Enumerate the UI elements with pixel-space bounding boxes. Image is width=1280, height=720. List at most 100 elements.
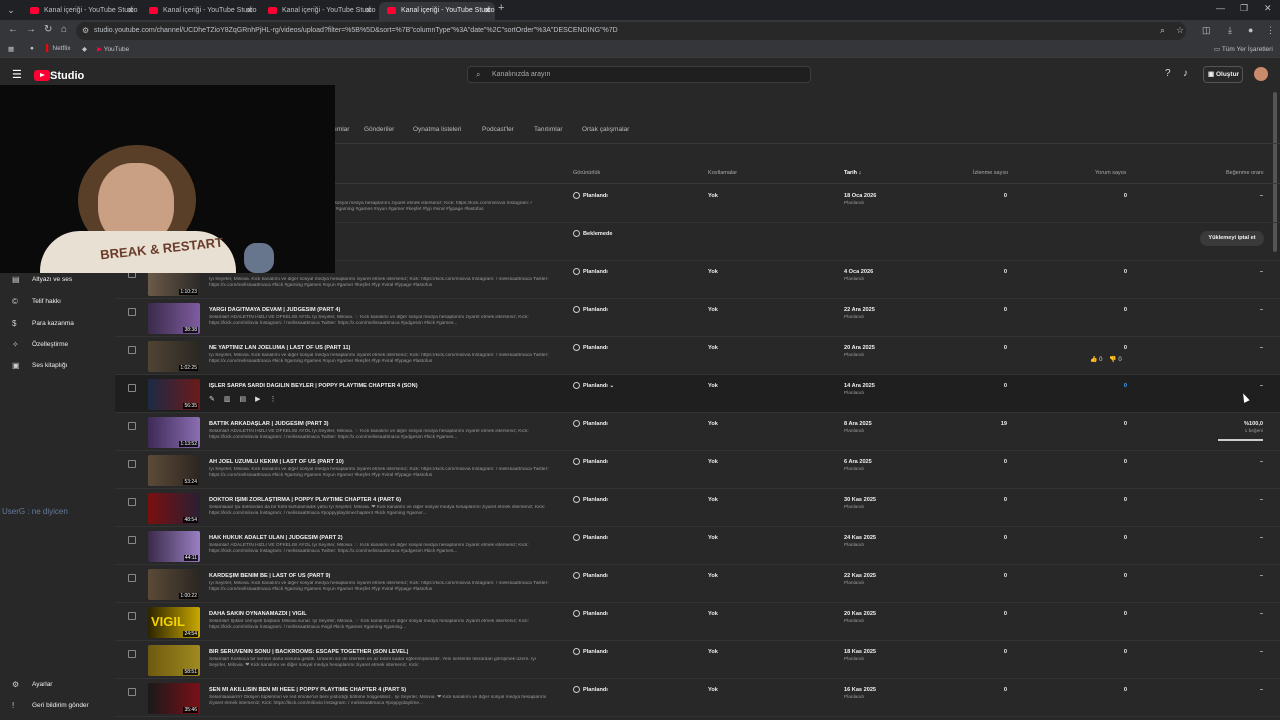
video-thumbnail[interactable]: VIGIL 24:54: [148, 607, 200, 638]
studio-logo[interactable]: Studio: [34, 67, 84, 82]
table-row[interactable]: 38:38 YARGI DAĞITMAYA DEVAM | JUDGESIM (P…: [115, 299, 1280, 337]
visibility-status[interactable]: Planlandı: [573, 534, 608, 541]
row-checkbox[interactable]: [128, 574, 136, 582]
table-row[interactable]: 1:13:52 BATTIK ARKADAŞLAR | JUDGESIM (PAR…: [115, 413, 1280, 451]
video-thumbnail[interactable]: 38:38: [148, 303, 200, 334]
close-tab-icon[interactable]: ✕: [484, 2, 491, 19]
table-row[interactable]: 56:35 İŞLER SARPA SARDI DAĞILIN BEYLER | …: [115, 375, 1280, 413]
visibility-status[interactable]: Planlandı: [573, 686, 608, 693]
visibility-status[interactable]: Planlandı: [573, 610, 608, 617]
sidebar-item-subtitles[interactable]: ▤ Altyazı ve ses: [0, 273, 115, 291]
channel-search-input[interactable]: ⌕ Kanalınızda arayın: [467, 66, 811, 83]
video-thumbnail[interactable]: 53:24: [148, 455, 200, 486]
video-title[interactable]: KARDEŞİM BENİM BE | LAST OF US (PART 9): [209, 573, 330, 579]
row-checkbox[interactable]: [128, 384, 136, 392]
browser-tab-active[interactable]: Kanal içeriği - YouTube Studio ✕: [379, 2, 495, 20]
site-info-icon[interactable]: ⚙: [82, 22, 89, 40]
tab-search-icon[interactable]: ⌄: [4, 3, 18, 17]
video-thumbnail[interactable]: 44:11: [148, 531, 200, 562]
sidebar-item-customization[interactable]: ✧ Özelleştirme: [0, 338, 115, 356]
avatar[interactable]: [1254, 67, 1268, 81]
visibility-status[interactable]: Planlandı: [573, 306, 608, 313]
extensions-icon[interactable]: ◫: [1202, 25, 1211, 36]
sidebar-item-audio-library[interactable]: ▣ Ses kitaplığı: [0, 359, 115, 377]
row-checkbox[interactable]: [128, 498, 136, 506]
visibility-status[interactable]: Beklemede: [573, 230, 613, 237]
video-thumbnail[interactable]: 1:13:52: [148, 417, 200, 448]
close-tab-icon[interactable]: ✕: [246, 2, 253, 19]
browser-menu-icon[interactable]: ⋮: [1266, 25, 1275, 36]
sidebar-item-settings[interactable]: ⚙ Ayarlar: [0, 678, 115, 696]
all-bookmarks[interactable]: ▭ Tüm Yer İşaretleri: [1214, 45, 1273, 53]
home-icon[interactable]: ⌂: [61, 24, 67, 35]
video-title[interactable]: YARGI DAĞITMAYA DEVAM | JUDGESIM (PART 4…: [209, 307, 340, 313]
visibility-status[interactable]: Planlandı: [573, 192, 608, 199]
visibility-status[interactable]: Planlandı: [573, 458, 608, 465]
row-checkbox[interactable]: [128, 308, 136, 316]
visibility-status[interactable]: Planlandı ⌄: [573, 382, 614, 389]
restore-icon[interactable]: ❐: [1240, 3, 1248, 14]
sidebar-item-feedback[interactable]: ! Geri bildirim gönder: [0, 699, 115, 717]
video-thumbnail[interactable]: 56:35: [148, 379, 200, 410]
table-row[interactable]: 44:11 HAK HUKUK ADALET ULAN | JUDGESIM (P…: [115, 527, 1280, 565]
row-checkbox[interactable]: [128, 536, 136, 544]
tab-posts[interactable]: Gönderiler: [364, 126, 394, 133]
visibility-status[interactable]: Planlandı: [573, 344, 608, 351]
edit-icon[interactable]: ✎: [209, 395, 215, 403]
comments-value[interactable]: 0: [1095, 383, 1127, 389]
video-title[interactable]: BİR SERÜVENİN SONU | BACKROOMS: ESCAPE T…: [209, 649, 408, 655]
close-tab-icon[interactable]: ✕: [365, 2, 372, 19]
back-icon[interactable]: ←: [8, 24, 18, 35]
chevron-down-icon[interactable]: ⌄: [609, 383, 614, 389]
visibility-status[interactable]: Planlandı: [573, 572, 608, 579]
video-thumbnail[interactable]: 1:00:22: [148, 569, 200, 600]
twitch-icon[interactable]: ◆: [82, 45, 87, 53]
reload-icon[interactable]: ↻: [44, 24, 52, 35]
tab-collaborations[interactable]: Ortak çalışmalar: [582, 126, 629, 133]
video-title[interactable]: İŞLER SARPA SARDI DAĞILIN BEYLER | POPPY…: [209, 383, 418, 389]
bookmark-netflix[interactable]: ▌ Netflix: [46, 45, 70, 52]
sidebar-item-copyright[interactable]: © Telif hakkı: [0, 295, 115, 313]
address-bar[interactable]: ⚙ studio.youtube.com/channel/UCDheTZioY8Z…: [76, 22, 1186, 40]
table-row[interactable]: 58:51 BİR SERÜVENİN SONU | BACKROOMS: ESC…: [115, 641, 1280, 679]
visibility-status[interactable]: Planlandı: [573, 268, 608, 275]
table-row[interactable]: 53:24 AH JOEL ÜZÜMLÜ KEKİM | LAST OF US (…: [115, 451, 1280, 489]
visibility-status[interactable]: Planlandı: [573, 420, 608, 427]
video-title[interactable]: DOKTOR İŞİMİ ZORLAŞTIRMA | POPPY PLAYTIM…: [209, 497, 401, 503]
browser-tab[interactable]: Kanal içeriği - YouTube Studio ✕: [141, 2, 257, 20]
video-thumbnail[interactable]: 48:54: [148, 493, 200, 524]
create-button[interactable]: ▣ Oluştur: [1203, 66, 1243, 83]
row-checkbox[interactable]: [128, 346, 136, 354]
analytics-icon[interactable]: ▥: [224, 395, 231, 403]
tab-podcasts[interactable]: Podcast'ler: [482, 126, 514, 133]
profile-icon[interactable]: ●: [1248, 25, 1253, 35]
visibility-status[interactable]: Planlandı: [573, 648, 608, 655]
table-row[interactable]: 1:00:22 KARDEŞİM BENİM BE | LAST OF US (P…: [115, 565, 1280, 603]
bookmark-star-icon[interactable]: ☆: [1176, 25, 1184, 36]
table-row[interactable]: 48:54 DOKTOR İŞİMİ ZORLAŞTIRMA | POPPY PL…: [115, 489, 1280, 527]
row-checkbox[interactable]: [128, 612, 136, 620]
cancel-upload-button[interactable]: Yüklemeyi iptal et: [1200, 231, 1264, 246]
column-date[interactable]: Tarih ↓: [844, 170, 861, 176]
bookmark-youtube[interactable]: ▶ YouTube: [97, 45, 129, 53]
video-title[interactable]: NE YAPTINIZ LAN JOELUMA | LAST OF US (PA…: [209, 345, 350, 351]
visibility-status[interactable]: Planlandı: [573, 496, 608, 503]
table-row[interactable]: 35:46 SEN Mİ AKILLISIN BEN Mİ HEEE | POPP…: [115, 679, 1280, 717]
apps-icon[interactable]: ▦: [8, 45, 14, 53]
video-title[interactable]: HAK HUKUK ADALET ULAN | JUDGESIM (PART 2…: [209, 535, 343, 541]
comments-icon[interactable]: ▤: [240, 395, 247, 403]
close-window-icon[interactable]: ✕: [1264, 3, 1272, 14]
browser-tab[interactable]: Kanal içeriği - YouTube Studio ✕: [260, 2, 376, 20]
download-icon[interactable]: ⤓: [1228, 25, 1232, 36]
row-checkbox[interactable]: [128, 688, 136, 696]
youtube-play-icon[interactable]: ▶: [255, 395, 260, 403]
video-thumbnail[interactable]: 58:51: [148, 645, 200, 676]
new-tab-button[interactable]: +: [498, 2, 504, 14]
google-icon[interactable]: ●: [30, 45, 34, 52]
video-title[interactable]: AH JOEL ÜZÜMLÜ KEKİM | LAST OF US (PART …: [209, 459, 344, 465]
zoom-icon[interactable]: ⌕: [1160, 25, 1165, 36]
more-options-icon[interactable]: ⋮: [270, 395, 277, 403]
sidebar-item-monetization[interactable]: $ Para kazanma: [0, 317, 115, 335]
row-checkbox[interactable]: [128, 650, 136, 658]
tab-playlists[interactable]: Oynatma listeleri: [413, 126, 461, 133]
